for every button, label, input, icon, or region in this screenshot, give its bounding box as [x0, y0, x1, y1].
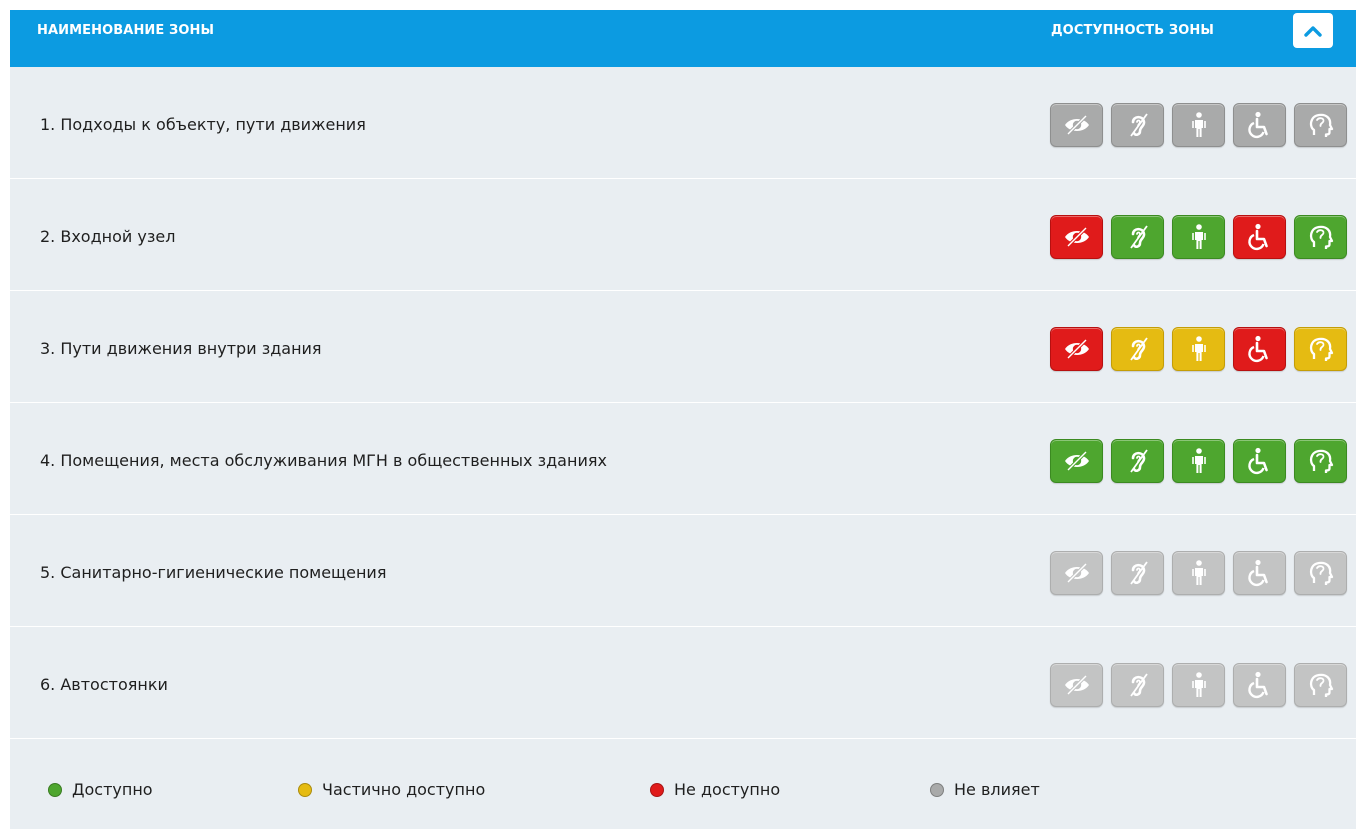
zone-row: 5. Санитарно-гигиенические помещения [10, 515, 1356, 627]
legend-dot-icon [298, 782, 312, 797]
zone-label: 4. Помещения, места обслуживания МГН в о… [40, 451, 607, 470]
mental-impairment-icon [1306, 222, 1336, 252]
mobility-accessibility-button[interactable] [1172, 103, 1225, 147]
vision-impaired-icon [1062, 446, 1092, 476]
mental-impairment-icon [1306, 670, 1336, 700]
mental-accessibility-button[interactable] [1294, 103, 1347, 147]
wheelchair-accessibility-button[interactable] [1233, 327, 1286, 371]
mental-impairment-icon [1306, 558, 1336, 588]
hearing-impaired-icon [1123, 446, 1153, 476]
legend-item: Доступно [48, 780, 153, 799]
zone-label: 6. Автостоянки [40, 675, 168, 694]
accessibility-icons [1050, 663, 1347, 707]
legend-dot-icon [48, 782, 62, 797]
vision-impaired-icon [1062, 222, 1092, 252]
mobility-accessibility-button[interactable] [1172, 551, 1225, 595]
hearing-accessibility-button[interactable] [1111, 327, 1164, 371]
mental-accessibility-button[interactable] [1294, 663, 1347, 707]
hearing-accessibility-button[interactable] [1111, 663, 1164, 707]
wheelchair-icon [1245, 670, 1275, 700]
hearing-impaired-icon [1123, 110, 1153, 140]
zone-list: 1. Подходы к объекту, пути движения 2. Вх… [10, 67, 1356, 739]
hearing-accessibility-button[interactable] [1111, 103, 1164, 147]
mental-impairment-icon [1306, 334, 1336, 364]
wheelchair-icon [1245, 334, 1275, 364]
standing-person-icon [1184, 670, 1214, 700]
vision-accessibility-button[interactable] [1050, 103, 1103, 147]
mobility-accessibility-button[interactable] [1172, 663, 1225, 707]
mobility-accessibility-button[interactable] [1172, 327, 1225, 371]
legend-item: Частично доступно [298, 780, 485, 799]
legend-label: Не доступно [674, 780, 781, 799]
wheelchair-accessibility-button[interactable] [1233, 215, 1286, 259]
mental-impairment-icon [1306, 110, 1336, 140]
zone-row: 1. Подходы к объекту, пути движения [10, 67, 1356, 179]
wheelchair-accessibility-button[interactable] [1233, 103, 1286, 147]
legend-dot-icon [930, 782, 944, 797]
mental-impairment-icon [1306, 446, 1336, 476]
accessibility-panel: НАИМЕНОВАНИЕ ЗОНЫ ДОСТУПНОСТЬ ЗОНЫ 1. По… [10, 10, 1356, 829]
hearing-accessibility-button[interactable] [1111, 215, 1164, 259]
vision-impaired-icon [1062, 558, 1092, 588]
hearing-impaired-icon [1123, 222, 1153, 252]
legend-dot-icon [650, 782, 664, 797]
wheelchair-accessibility-button[interactable] [1233, 439, 1286, 483]
zone-label: 5. Санитарно-гигиенические помещения [40, 563, 387, 582]
standing-person-icon [1184, 222, 1214, 252]
column-zone-access: ДОСТУПНОСТЬ ЗОНЫ [1051, 23, 1214, 38]
vision-accessibility-button[interactable] [1050, 327, 1103, 371]
legend-label: Частично доступно [322, 780, 486, 799]
wheelchair-icon [1245, 558, 1275, 588]
mobility-accessibility-button[interactable] [1172, 439, 1225, 483]
zone-label: 1. Подходы к объекту, пути движения [40, 115, 366, 134]
standing-person-icon [1184, 446, 1214, 476]
legend-label: Не влияет [954, 780, 1040, 799]
mental-accessibility-button[interactable] [1294, 439, 1347, 483]
vision-impaired-icon [1062, 670, 1092, 700]
legend-item: Не доступно [650, 780, 780, 799]
wheelchair-icon [1245, 110, 1275, 140]
collapse-button[interactable] [1293, 13, 1333, 48]
column-zone-name: НАИМЕНОВАНИЕ ЗОНЫ [37, 23, 215, 38]
legend-label: Доступно [72, 780, 153, 799]
vision-accessibility-button[interactable] [1050, 551, 1103, 595]
mental-accessibility-button[interactable] [1294, 551, 1347, 595]
standing-person-icon [1184, 334, 1214, 364]
table-header: НАИМЕНОВАНИЕ ЗОНЫ ДОСТУПНОСТЬ ЗОНЫ [10, 10, 1356, 67]
hearing-impaired-icon [1123, 670, 1153, 700]
zone-row: 6. Автостоянки [10, 627, 1356, 739]
accessibility-icons [1050, 327, 1347, 371]
standing-person-icon [1184, 558, 1214, 588]
mental-accessibility-button[interactable] [1294, 327, 1347, 371]
vision-impaired-icon [1062, 334, 1092, 364]
vision-impaired-icon [1062, 110, 1092, 140]
wheelchair-accessibility-button[interactable] [1233, 663, 1286, 707]
wheelchair-accessibility-button[interactable] [1233, 551, 1286, 595]
hearing-impaired-icon [1123, 558, 1153, 588]
wheelchair-icon [1245, 222, 1275, 252]
chevron-up-icon [1304, 25, 1322, 37]
hearing-impaired-icon [1123, 334, 1153, 364]
hearing-accessibility-button[interactable] [1111, 439, 1164, 483]
wheelchair-icon [1245, 446, 1275, 476]
hearing-accessibility-button[interactable] [1111, 551, 1164, 595]
vision-accessibility-button[interactable] [1050, 439, 1103, 483]
accessibility-icons [1050, 103, 1347, 147]
mental-accessibility-button[interactable] [1294, 215, 1347, 259]
vision-accessibility-button[interactable] [1050, 663, 1103, 707]
mobility-accessibility-button[interactable] [1172, 215, 1225, 259]
accessibility-icons [1050, 215, 1347, 259]
legend-item: Не влияет [930, 780, 1040, 799]
accessibility-icons [1050, 439, 1347, 483]
legend: Доступно Частично доступно Не доступно Не в… [10, 747, 1356, 829]
accessibility-icons [1050, 551, 1347, 595]
zone-row: 4. Помещения, места обслуживания МГН в о… [10, 403, 1356, 515]
zone-label: 2. Входной узел [40, 227, 176, 246]
zone-row: 2. Входной узел [10, 179, 1356, 291]
zone-row: 3. Пути движения внутри здания [10, 291, 1356, 403]
standing-person-icon [1184, 110, 1214, 140]
vision-accessibility-button[interactable] [1050, 215, 1103, 259]
zone-label: 3. Пути движения внутри здания [40, 339, 322, 358]
